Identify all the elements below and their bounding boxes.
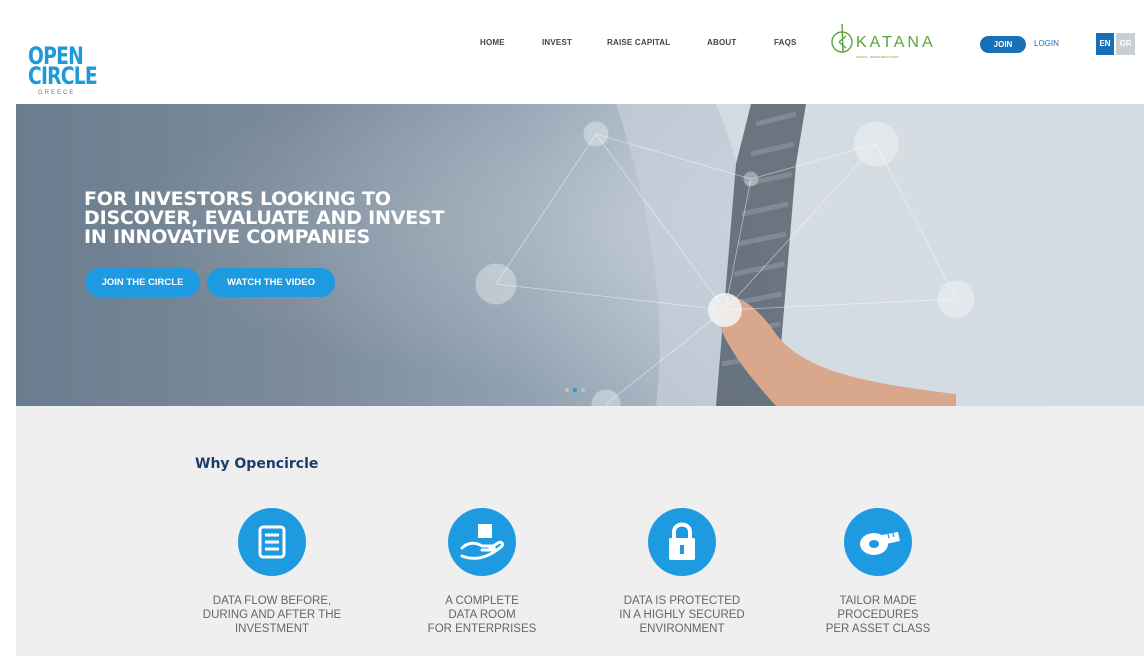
hero-banner: FOR INVESTORS LOOKING TO DISCOVER, EVALU… xyxy=(16,104,1144,406)
feature-line: PROCEDURES xyxy=(837,609,919,621)
nav-home[interactable]: HOME xyxy=(480,38,505,47)
feature-text: TAILOR MADE PROCEDURES PER ASSET CLASS xyxy=(793,594,963,636)
join-the-circle-button[interactable]: JOIN THE CIRCLE xyxy=(85,268,200,297)
hero-heading-line-3: IN INNOVATIVE COMPANIES xyxy=(84,226,370,248)
nav-faqs[interactable]: FAQS xyxy=(774,38,797,47)
feature-line: DATA FLOW BEFORE, xyxy=(212,595,332,607)
lang-en-button[interactable]: EN xyxy=(1096,33,1114,55)
logo-line-2: CIRCLE xyxy=(28,62,98,90)
lang-gr-button[interactable]: GR xyxy=(1116,33,1135,55)
feature-text: A COMPLETE DATA ROOM FOR ENTERPRISES xyxy=(397,594,567,636)
section-title: Why Opencircle xyxy=(195,456,319,472)
feature-line: DATA IS PROTECTED xyxy=(623,595,741,607)
feature-line: DATA ROOM xyxy=(448,609,516,621)
hand-box-icon xyxy=(448,508,516,576)
feature-tailor-made: TAILOR MADE PROCEDURES PER ASSET CLASS xyxy=(793,508,963,648)
katana-tagline: KATANA · INVESTMENT FUND xyxy=(856,55,899,59)
feature-line: PER ASSET CLASS xyxy=(825,623,931,635)
hero-background-image xyxy=(16,104,1144,406)
nav-raise-capital[interactable]: RAISE CAPITAL xyxy=(607,38,670,47)
open-circle-logo[interactable]: OPEN CIRCLE GREECE xyxy=(28,26,98,96)
hero-heading: FOR INVESTORS LOOKING TO DISCOVER, EVALU… xyxy=(84,190,484,247)
join-button[interactable]: JOIN xyxy=(980,36,1026,53)
tape-measure-icon xyxy=(844,508,912,576)
feature-data-protected: DATA IS PROTECTED IN A HIGHLY SECURED EN… xyxy=(597,508,767,648)
site-header: OPEN CIRCLE GREECE HOME INVEST RAISE CAP… xyxy=(0,0,1144,104)
carousel-dot-3[interactable] xyxy=(581,388,585,392)
katana-wordmark: KATANA xyxy=(856,34,936,51)
feature-text: DATA IS PROTECTED IN A HIGHLY SECURED EN… xyxy=(597,594,767,636)
logo-line-3: GREECE xyxy=(38,90,76,96)
katana-logo[interactable]: KATANA KATANA · INVESTMENT FUND xyxy=(830,22,942,62)
nav-invest[interactable]: INVEST xyxy=(542,38,572,47)
feature-data-room: A COMPLETE DATA ROOM FOR ENTERPRISES xyxy=(397,508,567,648)
feature-line: ENVIRONMENT xyxy=(639,623,725,635)
feature-line: IN A HIGHLY SECURED xyxy=(619,609,745,621)
logo-line-1: OPEN xyxy=(28,42,84,70)
feature-line: A COMPLETE xyxy=(445,595,519,607)
lock-icon xyxy=(648,508,716,576)
feature-line: TAILOR MADE xyxy=(839,595,917,607)
watch-video-button[interactable]: WATCH THE VIDEO xyxy=(207,268,335,297)
feature-text: DATA FLOW BEFORE, DURING AND AFTER THE I… xyxy=(187,594,357,636)
feature-data-flow: DATA FLOW BEFORE, DURING AND AFTER THE I… xyxy=(187,508,357,648)
feature-line: FOR ENTERPRISES xyxy=(427,623,537,635)
why-opencircle-section: Why Opencircle DATA FLOW BEFORE, DURING … xyxy=(16,406,1144,656)
carousel-dot-1[interactable] xyxy=(565,388,569,392)
carousel-dot-2[interactable] xyxy=(573,388,577,392)
feature-line: INVESTMENT xyxy=(234,623,310,635)
feature-line: DURING AND AFTER THE xyxy=(202,609,342,621)
nav-about[interactable]: ABOUT xyxy=(707,38,736,47)
login-link[interactable]: LOGIN xyxy=(1034,39,1059,48)
server-icon xyxy=(238,508,306,576)
